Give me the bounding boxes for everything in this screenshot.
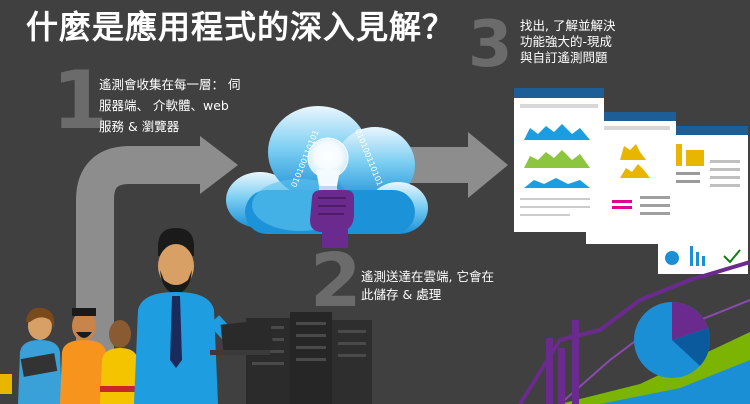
step-3-description: 找出, 了解並解決 功能強大的-現成 與自訂遙測問題 [520, 18, 640, 66]
step-3-line: 與自訂遙測問題 [520, 50, 608, 65]
person-main [134, 228, 249, 404]
step-2-line: 遙測送達在雲端, 它會在 [361, 269, 494, 284]
person-woman [0, 307, 62, 404]
step-2-description: 遙測送達在雲端, 它會在 此儲存 & 處理 [361, 268, 501, 304]
infographic: 1 2 3 010100110101 010100110101 什麼是應用程式的… [0, 0, 750, 404]
step-1-line: 服器端、 介軟體、web [99, 98, 229, 113]
step-2-line: 此儲存 & 處理 [361, 287, 442, 302]
step-1-line: 遙測會收集在每一層： 伺 [99, 77, 241, 92]
decorative-chart [518, 260, 750, 404]
step-number-2: 2 [310, 238, 362, 324]
step-3-line: 找出, 了解並解決 [520, 18, 616, 33]
dashboard-screenshots [514, 88, 748, 274]
step-3-line: 功能強大的-現成 [520, 34, 613, 49]
step-number-3: 3 [468, 8, 513, 82]
people-illustration [0, 228, 274, 404]
dashboard-screen-1 [514, 88, 604, 232]
step-1-line: 服務 & 瀏覽器 [99, 119, 180, 134]
page-title: 什麼是應用程式的深入見解？ [26, 8, 456, 46]
step-1-description: 遙測會收集在每一層： 伺 服器端、 介軟體、web 服務 & 瀏覽器 [99, 74, 259, 137]
